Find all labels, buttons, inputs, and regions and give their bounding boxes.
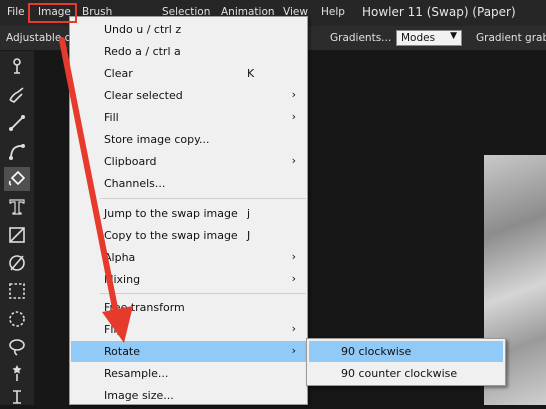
menu-item-clear-selected[interactable]: Clear selected › bbox=[71, 85, 306, 106]
shortcut: K bbox=[247, 67, 255, 80]
modes-value: Modes bbox=[401, 32, 436, 44]
ellipse-select-icon[interactable] bbox=[4, 307, 30, 331]
fill-icon[interactable] bbox=[4, 167, 30, 191]
spray-icon[interactable] bbox=[4, 55, 30, 79]
pin-icon[interactable] bbox=[4, 385, 30, 409]
submenu-item-90-clockwise[interactable]: 90 clockwise bbox=[309, 341, 503, 362]
annotation-highlight-box bbox=[28, 3, 77, 23]
menu-item-clipboard[interactable]: Clipboard › bbox=[71, 151, 306, 172]
menu-item-jump-to-swap[interactable]: Jump to the swap image j bbox=[71, 203, 306, 224]
menu-item-rotate[interactable]: Rotate › bbox=[71, 341, 306, 362]
menu-item-fill[interactable]: Fill › bbox=[71, 107, 306, 128]
menu-item-free-transform[interactable]: Free transform bbox=[71, 297, 306, 318]
text-icon[interactable] bbox=[4, 195, 30, 219]
menu-item-undo[interactable]: Undo u / ctrl z bbox=[71, 19, 306, 40]
rect-select-icon[interactable] bbox=[4, 279, 30, 303]
brush-icon[interactable] bbox=[4, 83, 30, 107]
rectangle-icon[interactable] bbox=[4, 223, 30, 247]
adjustable-label[interactable]: Adjustable c bbox=[6, 32, 70, 44]
menu-item-store-image-copy[interactable]: Store image copy... bbox=[71, 129, 306, 150]
chevron-right-icon: › bbox=[291, 272, 296, 285]
chevron-right-icon: › bbox=[291, 88, 296, 101]
image-menu: Undo u / ctrl z Redo a / ctrl a Clear K C… bbox=[69, 16, 308, 405]
menu-file[interactable]: File bbox=[7, 6, 25, 18]
menu-item-copy-to-swap[interactable]: Copy to the swap image J bbox=[71, 225, 306, 246]
chevron-down-icon: ▼ bbox=[450, 31, 457, 41]
chevron-right-icon: › bbox=[291, 154, 296, 167]
chevron-right-icon: › bbox=[291, 322, 296, 335]
chevron-right-icon: › bbox=[291, 250, 296, 263]
shortcut: j bbox=[247, 207, 251, 220]
gradient-grabber-button[interactable]: Gradient grabb bbox=[476, 32, 546, 44]
menu-item-channels[interactable]: Channels... bbox=[71, 173, 306, 194]
lasso-icon[interactable] bbox=[4, 335, 30, 359]
menu-separator bbox=[100, 293, 306, 294]
window-title: Howler 11 (Swap) (Paper) bbox=[362, 5, 516, 19]
menu-item-redo[interactable]: Redo a / ctrl a bbox=[71, 41, 306, 62]
menu-item-resample[interactable]: Resample... bbox=[71, 363, 306, 384]
modes-dropdown[interactable]: Modes ▼ bbox=[396, 30, 462, 46]
magic-wand-icon[interactable] bbox=[4, 361, 30, 385]
line-icon[interactable] bbox=[4, 111, 30, 135]
gradients-button[interactable]: Gradients... bbox=[330, 32, 391, 44]
menu-item-mixing[interactable]: Mixing › bbox=[71, 269, 306, 290]
shortcut: J bbox=[247, 229, 251, 242]
menu-help[interactable]: Help bbox=[321, 6, 345, 18]
chevron-right-icon: › bbox=[291, 344, 296, 357]
menu-item-flip[interactable]: Flip › bbox=[71, 319, 306, 340]
menu-item-clear[interactable]: Clear K bbox=[71, 63, 306, 84]
tool-palette bbox=[0, 51, 34, 405]
submenu-item-90-counter-clockwise[interactable]: 90 counter clockwise bbox=[309, 363, 503, 384]
curve-icon[interactable] bbox=[4, 139, 30, 163]
menu-item-alpha[interactable]: Alpha › bbox=[71, 247, 306, 268]
menu-separator bbox=[100, 198, 306, 199]
menu-item-image-size[interactable]: Image size... bbox=[71, 385, 306, 406]
ellipse-icon[interactable] bbox=[4, 251, 30, 275]
rotate-submenu: 90 clockwise 90 counter clockwise bbox=[306, 338, 506, 386]
chevron-right-icon: › bbox=[291, 110, 296, 123]
